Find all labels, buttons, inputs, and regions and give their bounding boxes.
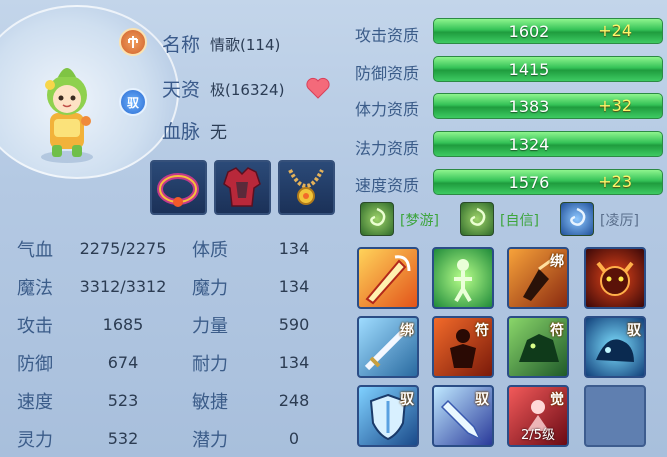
tame-button[interactable]: 驭 (119, 88, 147, 116)
skill-slot-7[interactable]: 符 (507, 316, 569, 378)
apt-value-mana: 1324 (508, 135, 550, 154)
apt-value-attack: 1602 (508, 22, 550, 41)
defense-value: 674 (107, 353, 139, 372)
apt-bonus-stamina: +32 (598, 96, 632, 115)
green-spirit-icon (454, 259, 472, 303)
swirl-icon (570, 207, 586, 226)
skill-tag-9: 驭 (400, 392, 414, 408)
swirl-icon (370, 207, 386, 226)
name-value: 情歌(114) (210, 36, 281, 54)
speed-value: 523 (107, 391, 139, 410)
skill-slot-3[interactable]: 绑 (507, 247, 569, 309)
skill-tag-6: 符 (475, 323, 489, 339)
skill-slot-2[interactable] (432, 247, 494, 309)
apt-label-mana: 法力资质 (355, 139, 420, 158)
agility-value: 248 (278, 391, 310, 410)
skill-tag-10: 驭 (475, 392, 489, 408)
apt-bar-speed: 1576 +23 (433, 169, 663, 195)
hp-value: 2275/2275 (79, 239, 167, 258)
spirit-value: 532 (107, 429, 139, 448)
apt-label-attack: 攻击资质 (355, 26, 420, 45)
rank-button[interactable] (119, 28, 147, 56)
skill-tag-8: 驭 (627, 323, 641, 339)
apt-label-speed: 速度资质 (355, 176, 420, 195)
constitution-label: 体质 (192, 240, 228, 261)
attack-label: 攻击 (17, 316, 53, 337)
flame-sword-icon (365, 255, 411, 305)
apt-value-defense: 1415 (508, 60, 550, 79)
strength-label: 力量 (192, 316, 228, 337)
tame-badge-label: 驭 (126, 95, 139, 110)
skill-slot-8[interactable]: 驭 (584, 316, 646, 378)
skill-level-11: 2/5级 (521, 428, 555, 443)
skill-tag-11: 觉 (550, 392, 564, 408)
endurance-value: 134 (278, 353, 310, 372)
mp-label: 魔法 (17, 278, 53, 299)
swirl-icon (470, 207, 486, 226)
heart-icon[interactable] (305, 76, 331, 100)
trait-label-confident: [自信] (500, 213, 539, 229)
mp-value: 3312/3312 (79, 277, 167, 296)
trait-icon-confident[interactable] (460, 202, 494, 236)
trait-label-fierce: [凌厉] (600, 213, 639, 229)
skill-slot-4[interactable] (584, 247, 646, 309)
constitution-value: 134 (278, 239, 310, 258)
defense-label: 防御 (17, 354, 53, 375)
apt-label-stamina: 体力资质 (355, 100, 420, 119)
rank-icon (128, 36, 138, 48)
apt-bar-stamina: 1383 +32 (433, 93, 663, 119)
apt-bar-defense: 1415 (433, 56, 663, 82)
speed-label: 速度 (17, 392, 53, 413)
apt-bar-mana: 1324 (433, 131, 663, 157)
equip-slot-necklace[interactable] (278, 160, 335, 215)
skill-tag-3: 绑 (550, 254, 564, 270)
attack-value: 1685 (102, 315, 144, 334)
talent-value: 极(16324) (210, 81, 285, 99)
talent-label: 天资 (162, 79, 201, 101)
trait-label-sleepwalk: [梦游] (400, 213, 439, 229)
magic-label: 魔力 (192, 278, 228, 299)
skill-slot-11[interactable]: 觉 2/5级 (507, 385, 569, 447)
potential-value: 0 (288, 429, 300, 448)
skill-slot-10[interactable]: 驭 (432, 385, 494, 447)
demon-head-icon (596, 261, 634, 296)
magic-value: 134 (278, 277, 310, 296)
equip-slot-armor[interactable] (214, 160, 271, 215)
bracelet-icon (157, 173, 199, 207)
skill-tag-5: 绑 (400, 323, 414, 339)
apt-bar-attack: 1602 +24 (433, 18, 663, 44)
hp-label: 气血 (17, 240, 53, 261)
agility-label: 敏捷 (192, 392, 228, 413)
apt-bonus-speed: +23 (598, 172, 632, 191)
apt-bonus-attack: +24 (598, 21, 632, 40)
potential-label: 潜力 (192, 430, 228, 451)
equip-slot-bracelet[interactable] (150, 160, 207, 215)
trait-icon-fierce[interactable] (560, 202, 594, 236)
skill-slot-empty[interactable] (584, 385, 646, 447)
pet-portrait[interactable] (28, 55, 106, 165)
name-label: 名称 (162, 34, 201, 56)
bloodline-label: 血脉 (162, 121, 201, 143)
skill-slot-9[interactable]: 驭 (357, 385, 419, 447)
necklace-icon (288, 169, 324, 205)
endurance-label: 耐力 (192, 354, 228, 375)
strength-value: 590 (278, 315, 310, 334)
skill-tag-7: 符 (550, 323, 564, 339)
trait-icon-sleepwalk[interactable] (360, 202, 394, 236)
skill-slot-1[interactable] (357, 247, 419, 309)
skill-slot-6[interactable]: 符 (432, 316, 494, 378)
apt-label-defense: 防御资质 (355, 64, 420, 83)
skill-slot-5[interactable]: 绑 (357, 316, 419, 378)
apt-value-stamina: 1383 (508, 97, 550, 116)
bloodline-value: 无 (210, 123, 227, 143)
armor-icon (223, 167, 261, 207)
spirit-label: 灵力 (17, 430, 53, 451)
apt-value-speed: 1576 (508, 173, 550, 192)
